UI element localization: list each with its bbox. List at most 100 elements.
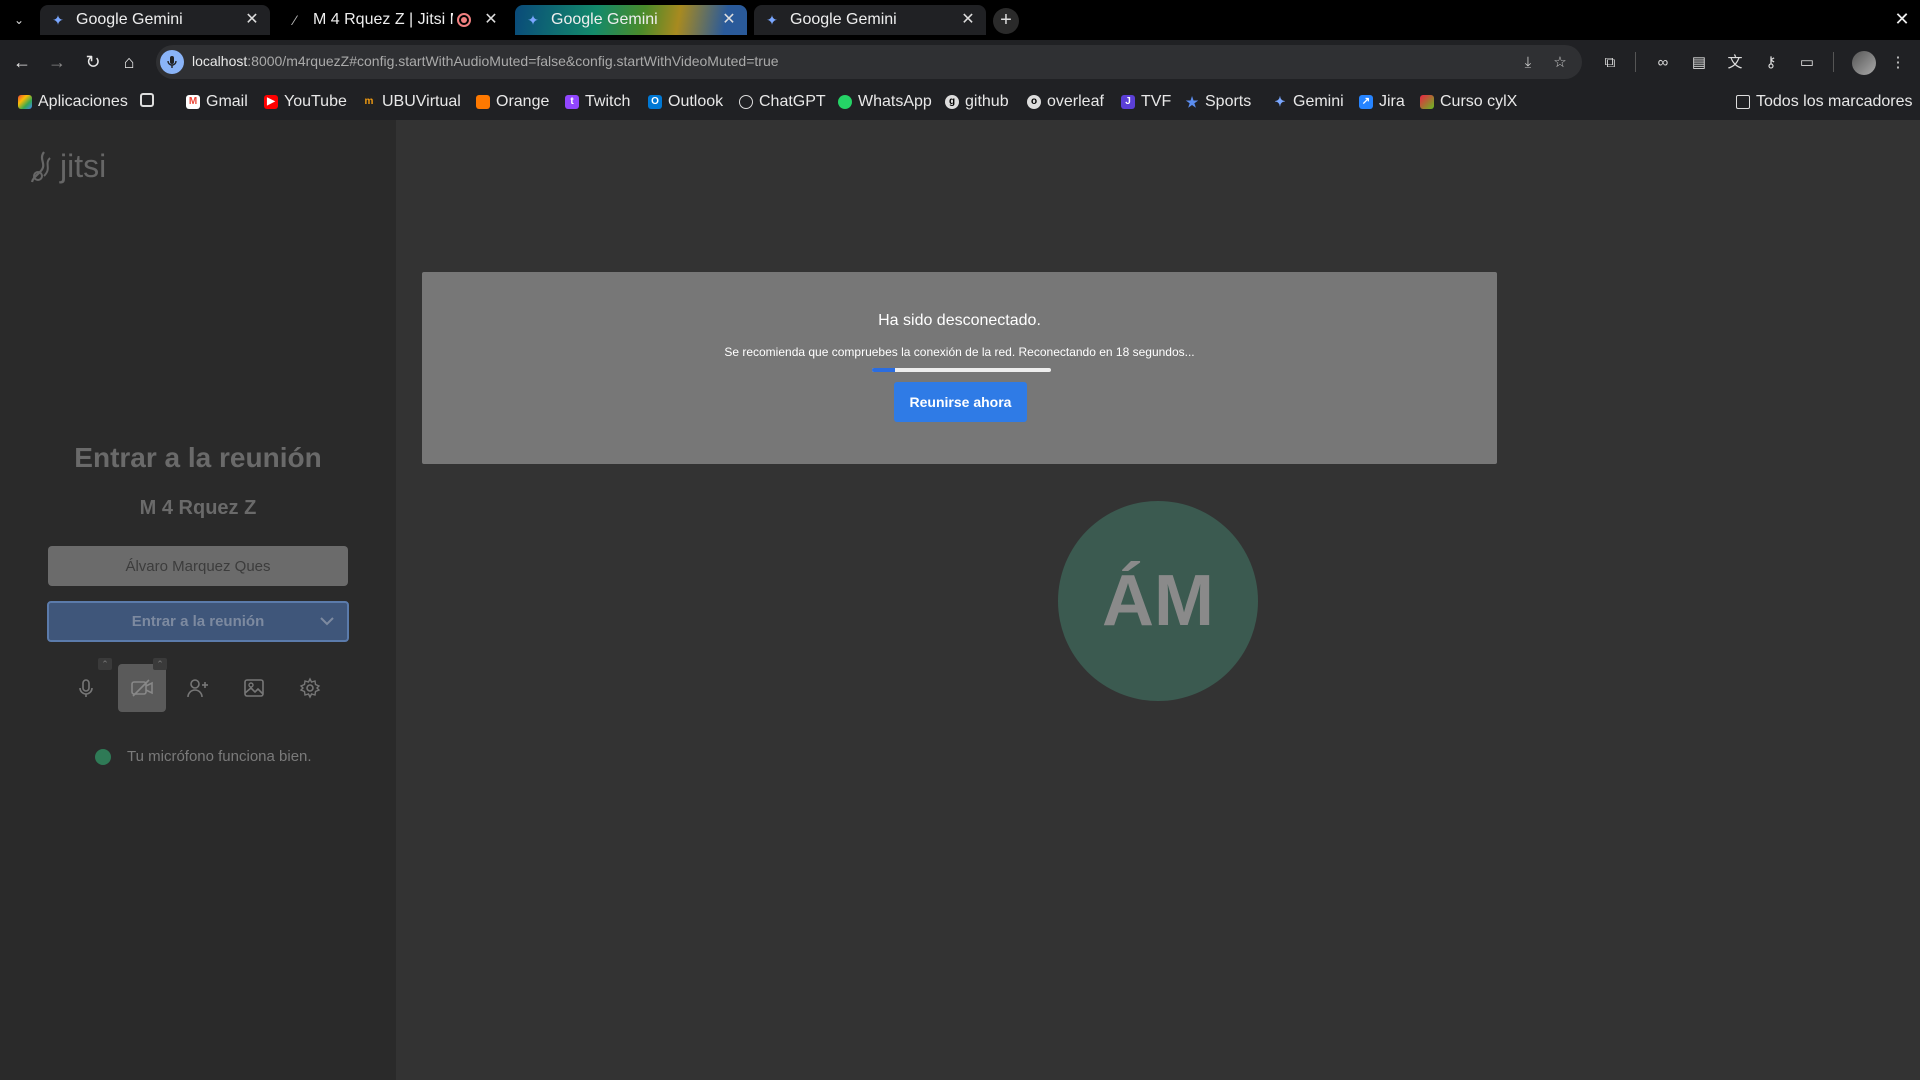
mic-options-caret-icon[interactable]: ⌃ bbox=[98, 658, 112, 670]
mic-status-text: Tu micrófono funciona bien. bbox=[127, 748, 312, 765]
youtube-icon: ▶ bbox=[264, 95, 278, 109]
bookmark-chatgpt[interactable]: ChatGPT bbox=[739, 93, 826, 111]
bookmark-github[interactable]: g github bbox=[945, 93, 1009, 111]
tab-search-chevron-icon[interactable]: ⌄ bbox=[8, 9, 30, 31]
bookmark-label: github bbox=[965, 93, 1009, 110]
install-app-icon[interactable]: ⤓ bbox=[1518, 53, 1538, 73]
camera-options-caret-icon[interactable]: ⌃ bbox=[153, 658, 167, 670]
reconnect-progress-fill bbox=[872, 368, 896, 372]
tab-jitsi-meet[interactable]: ⁄ M 4 Rquez Z | Jitsi Meet ✕ bbox=[277, 5, 509, 35]
bookmark-label: Orange bbox=[496, 93, 550, 110]
tab-title: Google Gemini bbox=[790, 11, 897, 28]
apps-grid-icon bbox=[18, 95, 32, 109]
bookmark-label: YouTube bbox=[284, 93, 347, 110]
address-bar[interactable]: localhost:8000/m4rquezZ#config.startWith… bbox=[156, 45, 1582, 79]
dialog-title: Ha sido desconectado. bbox=[878, 312, 1041, 329]
bookmark-sports[interactable]: ★ Sports bbox=[1185, 93, 1252, 111]
disconnected-dialog: Ha sido desconectado. Se recomienda que … bbox=[422, 272, 1497, 464]
microphone-icon bbox=[79, 679, 93, 697]
overleaf-icon: o bbox=[1027, 95, 1041, 109]
bookmark-tvf[interactable]: J TVF bbox=[1121, 93, 1171, 111]
jitsi-logo-text: jitsi bbox=[60, 148, 107, 184]
tvf-icon: J bbox=[1121, 95, 1135, 109]
star-icon: ★ bbox=[1185, 94, 1199, 110]
display-name-input[interactable] bbox=[48, 546, 348, 586]
chatgpt-icon bbox=[739, 95, 753, 109]
bookmark-twitch[interactable]: t Twitch bbox=[565, 93, 630, 111]
profile-avatar[interactable] bbox=[1852, 51, 1876, 75]
join-meeting-button[interactable]: Entrar a la reunión bbox=[47, 601, 349, 642]
translate-icon[interactable]: 文 bbox=[1724, 52, 1746, 74]
tab-google-gemini-2[interactable]: ✦ Google Gemini ✕ bbox=[515, 5, 747, 35]
camera-button[interactable] bbox=[118, 664, 166, 712]
bookmark-gemini[interactable]: ✦ Gemini bbox=[1273, 93, 1344, 111]
new-tab-button[interactable]: + bbox=[993, 8, 1019, 34]
tab-strip: ⌄ ✦ Google Gemini ✕ ⁄ M 4 Rquez Z | Jits… bbox=[0, 0, 1920, 40]
bookmark-outlook[interactable]: O Outlook bbox=[648, 93, 723, 111]
bookmark-youtube[interactable]: ▶ YouTube bbox=[264, 93, 347, 111]
bookmark-ubuvirtual[interactable]: m UBUVirtual bbox=[362, 93, 461, 111]
bookmark-grid[interactable] bbox=[140, 93, 160, 107]
microphone-permission-icon[interactable] bbox=[160, 50, 184, 74]
back-arrow-icon[interactable]: ← bbox=[10, 50, 34, 74]
bookmark-jira[interactable]: ↗ Jira bbox=[1359, 93, 1405, 111]
prejoin-panel: jitsi Entrar a la reunión M 4 Rquez Z En… bbox=[0, 120, 396, 1080]
bookmark-orange[interactable]: Orange bbox=[476, 93, 549, 111]
bookmark-aplicaciones[interactable]: Aplicaciones bbox=[18, 93, 128, 111]
bookmark-overleaf[interactable]: o overleaf bbox=[1027, 93, 1104, 111]
gemini-icon: ✦ bbox=[527, 12, 539, 28]
close-icon[interactable]: ✕ bbox=[244, 12, 260, 28]
url-host: localhost bbox=[192, 53, 248, 69]
ubuvirtual-icon: m bbox=[362, 95, 376, 109]
close-icon[interactable]: ✕ bbox=[960, 12, 976, 28]
bookmark-label: Sports bbox=[1205, 93, 1252, 110]
curso-icon bbox=[1420, 95, 1434, 109]
microphone-button[interactable] bbox=[62, 664, 110, 712]
extensions-icon[interactable]: ⧉ bbox=[1599, 52, 1621, 74]
github-icon: g bbox=[945, 95, 959, 109]
invite-button[interactable] bbox=[174, 664, 222, 712]
reconnect-progress-bar bbox=[872, 368, 1051, 372]
home-icon[interactable]: ⌂ bbox=[117, 50, 141, 74]
bookmark-gmail[interactable]: M Gmail bbox=[186, 93, 248, 111]
jitsi-page: jitsi Entrar a la reunión M 4 Rquez Z En… bbox=[0, 120, 1920, 1080]
tab-google-gemini-1[interactable]: ✦ Google Gemini ✕ bbox=[40, 5, 270, 35]
bookmark-label: WhatsApp bbox=[858, 93, 932, 110]
bookmark-curso[interactable]: Curso cylX bbox=[1420, 93, 1517, 111]
rejoin-now-button[interactable]: Reunirse ahora bbox=[894, 382, 1027, 422]
bookmark-label: TVF bbox=[1141, 93, 1172, 110]
chevron-down-icon[interactable] bbox=[317, 611, 337, 631]
bookmark-label: Aplicaciones bbox=[38, 93, 128, 110]
grid-icon bbox=[140, 93, 154, 107]
add-user-icon bbox=[187, 679, 208, 698]
mic-status: Tu micrófono funciona bien. bbox=[95, 748, 312, 765]
room-name: M 4 Rquez Z bbox=[139, 497, 257, 519]
password-key-icon[interactable]: ⚷ bbox=[1760, 52, 1782, 74]
twitch-icon: t bbox=[565, 95, 579, 109]
all-bookmarks-folder[interactable]: Todos los marcadores bbox=[1736, 93, 1913, 111]
whatsapp-icon bbox=[838, 95, 852, 109]
forward-arrow-icon[interactable]: → bbox=[45, 50, 69, 74]
payment-card-icon[interactable]: ▭ bbox=[1796, 52, 1818, 74]
close-icon[interactable]: ✕ bbox=[483, 12, 499, 28]
link-icon[interactable]: ∞ bbox=[1652, 52, 1674, 74]
jitsi-logo[interactable]: jitsi bbox=[30, 148, 106, 185]
more-menu-icon[interactable]: ⋮ bbox=[1887, 52, 1909, 74]
gear-icon bbox=[299, 677, 321, 699]
settings-button[interactable] bbox=[286, 664, 334, 712]
browser-toolbar: ← → ↻ ⌂ localhost:8000/m4rquezZ#config.s… bbox=[0, 40, 1920, 84]
mic-status-dot bbox=[95, 748, 111, 765]
jira-icon: ↗ bbox=[1359, 95, 1373, 109]
reload-icon[interactable]: ↻ bbox=[81, 50, 105, 74]
bookmarks-bar: Aplicaciones M Gmail ▶ YouTube m UBUVirt… bbox=[0, 84, 1920, 120]
tab-google-gemini-3[interactable]: ✦ Google Gemini ✕ bbox=[754, 5, 986, 35]
close-icon[interactable]: ✕ bbox=[721, 12, 737, 28]
background-button[interactable] bbox=[230, 664, 278, 712]
side-panel-icon[interactable]: ▤ bbox=[1688, 52, 1710, 74]
toolbar-separator bbox=[1833, 52, 1834, 72]
folder-icon bbox=[1736, 95, 1750, 109]
join-title: Entrar a la reunión bbox=[74, 442, 322, 473]
bookmark-star-icon[interactable]: ☆ bbox=[1550, 53, 1570, 73]
window-close-icon[interactable]: ✕ bbox=[1892, 9, 1912, 29]
bookmark-whatsapp[interactable]: WhatsApp bbox=[838, 93, 932, 111]
